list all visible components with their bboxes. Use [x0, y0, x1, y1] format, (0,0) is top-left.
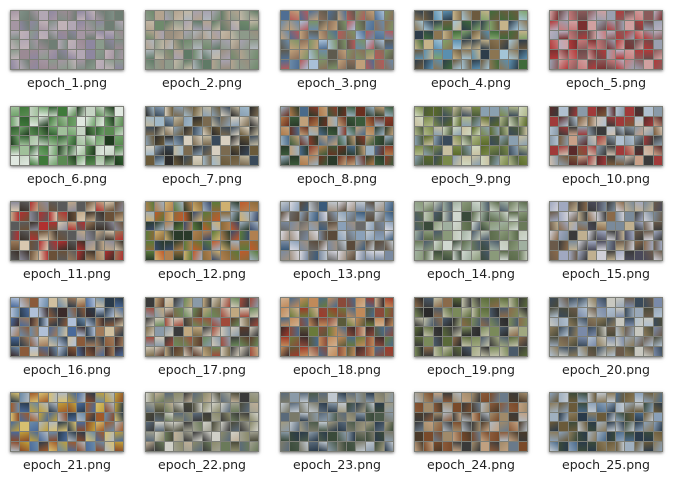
file-thumbnail[interactable]	[549, 201, 663, 261]
file-name-label: epoch_3.png	[296, 75, 378, 90]
file-item[interactable]: epoch_5.png	[547, 10, 665, 92]
file-thumbnail[interactable]	[280, 297, 394, 357]
file-item[interactable]: epoch_21.png	[8, 392, 126, 474]
file-item[interactable]: epoch_9.png	[412, 106, 530, 188]
file-name-label: epoch_18.png	[293, 362, 381, 377]
file-name-label: epoch_23.png	[293, 457, 381, 472]
file-name-label: epoch_4.png	[430, 75, 512, 90]
file-item[interactable]: epoch_7.png	[143, 106, 261, 188]
file-name-label: epoch_8.png	[296, 171, 378, 186]
file-name-label: epoch_7.png	[161, 171, 243, 186]
file-name-label: epoch_2.png	[161, 75, 243, 90]
file-name-label: epoch_19.png	[427, 362, 515, 377]
file-item[interactable]: epoch_19.png	[412, 297, 530, 379]
file-name-label: epoch_16.png	[23, 362, 111, 377]
file-thumbnail[interactable]	[414, 392, 528, 452]
file-thumbnail[interactable]	[549, 297, 663, 357]
file-name-label: epoch_21.png	[23, 457, 111, 472]
file-name-label: epoch_13.png	[293, 266, 381, 281]
file-item[interactable]: epoch_15.png	[547, 201, 665, 283]
file-item[interactable]: epoch_22.png	[143, 392, 261, 474]
file-item[interactable]: epoch_12.png	[143, 201, 261, 283]
file-thumbnail[interactable]	[145, 297, 259, 357]
file-name-label: epoch_10.png	[562, 171, 650, 186]
file-item[interactable]: epoch_16.png	[8, 297, 126, 379]
file-name-label: epoch_5.png	[565, 75, 647, 90]
file-item[interactable]: epoch_8.png	[278, 106, 396, 188]
file-thumbnail[interactable]	[10, 297, 124, 357]
file-thumbnail[interactable]	[549, 10, 663, 70]
file-item[interactable]: epoch_2.png	[143, 10, 261, 92]
file-thumbnail[interactable]	[280, 392, 394, 452]
file-item[interactable]: epoch_11.png	[8, 201, 126, 283]
file-item[interactable]: epoch_6.png	[8, 106, 126, 188]
file-item[interactable]: epoch_1.png	[8, 10, 126, 92]
file-name-label: epoch_20.png	[562, 362, 650, 377]
file-item[interactable]: epoch_25.png	[547, 392, 665, 474]
file-grid: epoch_1.png epoch_2.png epoch_3.png epoch_4…	[0, 0, 675, 479]
file-thumbnail[interactable]	[145, 201, 259, 261]
file-name-label: epoch_17.png	[158, 362, 246, 377]
file-thumbnail[interactable]	[10, 106, 124, 166]
file-name-label: epoch_6.png	[26, 171, 108, 186]
file-item[interactable]: epoch_23.png	[278, 392, 396, 474]
file-thumbnail[interactable]	[280, 10, 394, 70]
file-item[interactable]: epoch_10.png	[547, 106, 665, 188]
file-name-label: epoch_1.png	[26, 75, 108, 90]
file-thumbnail[interactable]	[10, 392, 124, 452]
file-thumbnail[interactable]	[145, 106, 259, 166]
file-item[interactable]: epoch_13.png	[278, 201, 396, 283]
file-thumbnail[interactable]	[414, 10, 528, 70]
file-name-label: epoch_14.png	[427, 266, 515, 281]
file-thumbnail[interactable]	[280, 201, 394, 261]
file-name-label: epoch_11.png	[23, 266, 111, 281]
file-item[interactable]: epoch_3.png	[278, 10, 396, 92]
file-item[interactable]: epoch_18.png	[278, 297, 396, 379]
file-name-label: epoch_12.png	[158, 266, 246, 281]
file-thumbnail[interactable]	[414, 201, 528, 261]
file-thumbnail[interactable]	[549, 106, 663, 166]
file-thumbnail[interactable]	[414, 297, 528, 357]
file-thumbnail[interactable]	[280, 106, 394, 166]
file-thumbnail[interactable]	[145, 10, 259, 70]
file-name-label: epoch_25.png	[562, 457, 650, 472]
file-item[interactable]: epoch_17.png	[143, 297, 261, 379]
file-thumbnail[interactable]	[145, 392, 259, 452]
file-item[interactable]: epoch_4.png	[412, 10, 530, 92]
file-name-label: epoch_22.png	[158, 457, 246, 472]
file-name-label: epoch_24.png	[427, 457, 515, 472]
file-name-label: epoch_15.png	[562, 266, 650, 281]
file-thumbnail[interactable]	[10, 10, 124, 70]
file-thumbnail[interactable]	[10, 201, 124, 261]
file-item[interactable]: epoch_14.png	[412, 201, 530, 283]
file-thumbnail[interactable]	[414, 106, 528, 166]
file-item[interactable]: epoch_20.png	[547, 297, 665, 379]
file-name-label: epoch_9.png	[430, 171, 512, 186]
file-item[interactable]: epoch_24.png	[412, 392, 530, 474]
file-thumbnail[interactable]	[549, 392, 663, 452]
